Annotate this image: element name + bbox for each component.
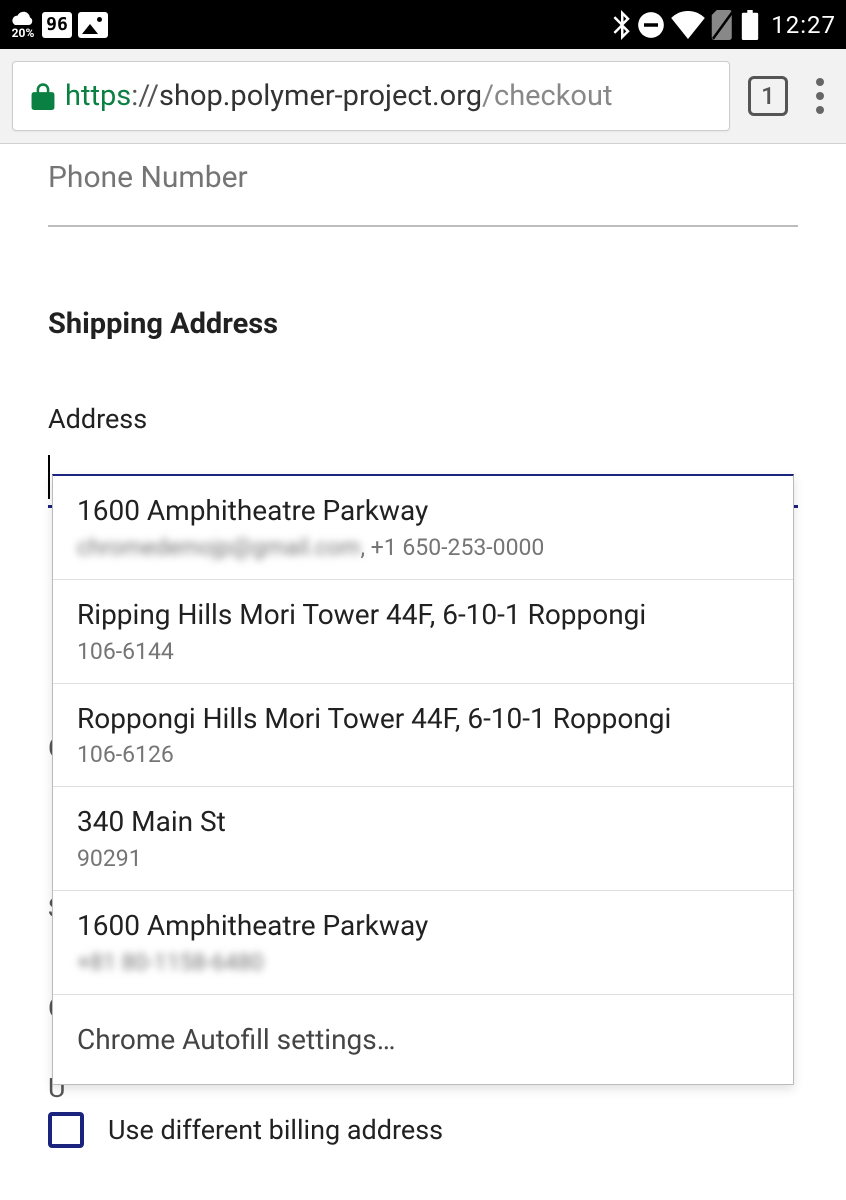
do-not-disturb-icon <box>637 11 665 39</box>
autofill-suggestion[interactable]: 340 Main St 90291 <box>53 787 793 891</box>
phone-underline <box>48 225 798 227</box>
battery-icon <box>741 10 759 40</box>
autofill-secondary-plain: , +1 650-253-0000 <box>360 534 544 561</box>
autofill-primary: Ripping Hills Mori Tower 44F, 6-10-1 Rop… <box>77 596 769 634</box>
autofill-suggestion[interactable]: 1600 Amphitheatre Parkway +81 80-1158-64… <box>53 891 793 995</box>
billing-checkbox-label: Use different billing address <box>108 1114 443 1146</box>
phone-number-field[interactable]: Phone Number <box>48 160 798 195</box>
kebab-dot-icon <box>816 106 824 114</box>
autofill-primary: Roppongi Hills Mori Tower 44F, 6-10-1 Ro… <box>77 700 769 738</box>
billing-checkbox[interactable] <box>48 1112 84 1148</box>
clock-time: 12:27 <box>771 11 836 39</box>
url-separator: :// <box>131 79 159 113</box>
cloud-upload-icon: 20% <box>10 11 36 39</box>
address-label: Address <box>48 403 798 435</box>
autofill-suggestion[interactable]: Ripping Hills Mori Tower 44F, 6-10-1 Rop… <box>53 580 793 684</box>
kebab-dot-icon <box>816 92 824 100</box>
autofill-primary: 1600 Amphitheatre Parkway <box>77 492 769 530</box>
autofill-settings-link[interactable]: Chrome Autofill settings… <box>53 995 793 1084</box>
browser-toolbar: https://shop.polymer-project.org/checkou… <box>0 49 846 144</box>
autofill-secondary: +81 80-1158-6480 <box>77 949 769 976</box>
autofill-secondary-blur: chromedemojp@gmail.com <box>77 534 360 561</box>
menu-button[interactable] <box>806 78 834 114</box>
url-scheme: https <box>65 79 131 113</box>
no-sim-icon <box>711 10 735 40</box>
android-status-bar: 20% 96 12:27 <box>0 0 846 49</box>
autofill-primary: 1600 Amphitheatre Parkway <box>77 907 769 945</box>
checkout-page: Phone Number Shipping Address Address C … <box>0 144 846 508</box>
gallery-icon <box>78 12 108 38</box>
address-bar[interactable]: https://shop.polymer-project.org/checkou… <box>12 61 730 131</box>
autofill-secondary: 106-6126 <box>77 741 769 768</box>
billing-checkbox-row[interactable]: Use different billing address <box>48 1112 443 1148</box>
autofill-primary: 340 Main St <box>77 803 769 841</box>
status-left: 20% 96 <box>10 11 108 39</box>
status-right: 12:27 <box>611 10 836 40</box>
cloud-percent: 20% <box>12 27 35 39</box>
autofill-secondary: 106-6144 <box>77 638 769 665</box>
autofill-secondary-blur: +81 80-1158-6480 <box>77 949 264 976</box>
autofill-suggestion[interactable]: Roppongi Hills Mori Tower 44F, 6-10-1 Ro… <box>53 684 793 788</box>
autofill-secondary: chromedemojp@gmail.com, +1 650-253-0000 <box>77 534 769 561</box>
bluetooth-icon <box>611 10 631 40</box>
kebab-dot-icon <box>816 78 824 86</box>
autofill-dropdown: 1600 Amphitheatre Parkway chromedemojp@g… <box>52 474 794 1085</box>
lock-icon <box>31 82 55 110</box>
shipping-address-heading: Shipping Address <box>48 307 798 341</box>
url-path: /checkout <box>482 79 612 113</box>
autofill-suggestion[interactable]: 1600 Amphitheatre Parkway chromedemojp@g… <box>53 476 793 580</box>
tab-switcher-button[interactable]: 1 <box>748 76 788 116</box>
wifi-icon <box>671 11 705 39</box>
text-caret <box>48 455 50 499</box>
autofill-secondary: 90291 <box>77 845 769 872</box>
url-host: shop.polymer-project.org <box>159 79 482 113</box>
battery-percent-badge: 96 <box>42 12 72 38</box>
